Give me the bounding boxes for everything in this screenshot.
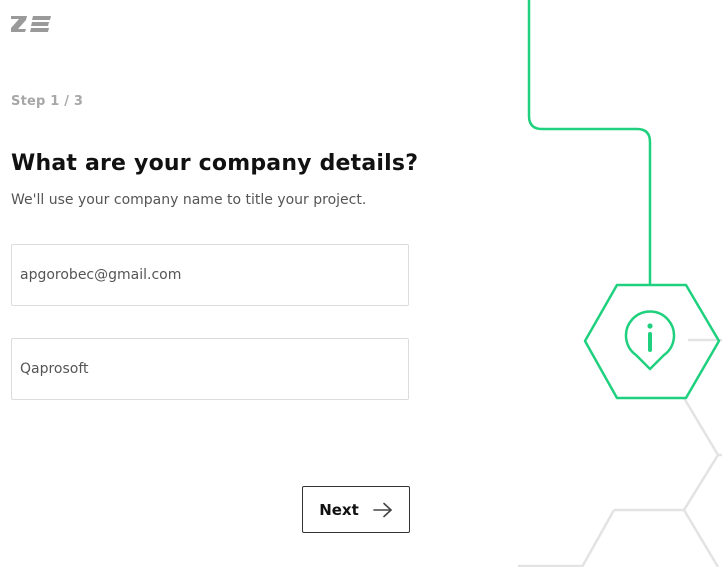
company-name-field[interactable] — [11, 338, 409, 400]
green-connector-line — [527, 0, 721, 400]
page-subtitle: We'll use your company name to title you… — [11, 192, 367, 208]
page: Step 1 / 3 What are your company details… — [0, 0, 722, 567]
ze-logo-icon — [11, 16, 51, 32]
next-button-label: Next — [319, 500, 359, 519]
hexagon-decoration — [518, 0, 722, 567]
step-indicator: Step 1 / 3 — [11, 94, 84, 109]
page-title: What are your company details? — [11, 151, 419, 176]
arrow-right-icon — [372, 502, 392, 517]
info-pin-icon — [624, 310, 676, 371]
email-field[interactable] — [11, 244, 409, 306]
next-button[interactable]: Next — [302, 486, 410, 533]
grey-hex-lines — [518, 338, 722, 567]
